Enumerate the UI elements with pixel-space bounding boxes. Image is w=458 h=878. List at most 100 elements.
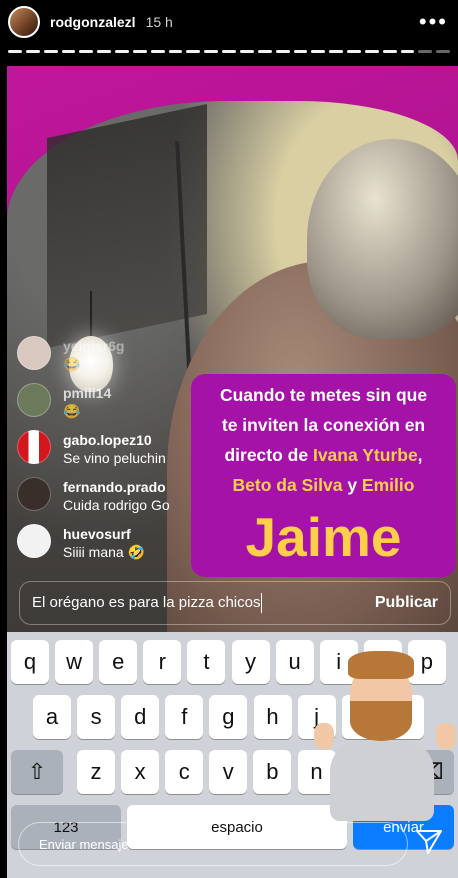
story-header: rodgonzalezl 15 h ••• [8, 4, 448, 40]
key-q[interactable]: q [11, 640, 49, 684]
person-head [307, 139, 458, 339]
progress-segment [293, 50, 308, 53]
shrug-bitmoji-sticker [310, 651, 458, 831]
progress-segment [8, 50, 22, 53]
live-comments: yeinisr6g 😂 pmili14 😂 gabo.lopez10 Se vi… [17, 336, 217, 571]
comment-item: fernando.prado Cuida rodrigo Go [17, 477, 217, 524]
bitmoji-beard [350, 701, 412, 741]
caption-highlight: Emilio [361, 475, 415, 495]
key-t[interactable]: t [187, 640, 226, 684]
key-b[interactable]: b [253, 750, 292, 794]
comment-avatar[interactable] [17, 336, 51, 370]
progress-segment [329, 50, 344, 53]
key-y[interactable]: y [231, 640, 270, 684]
comment-avatar[interactable] [17, 383, 51, 417]
comment-input[interactable]: El orégano es para la pizza chicos Publi… [19, 581, 451, 625]
caption-text: y [342, 475, 362, 495]
comment-text: 😂 [63, 356, 81, 372]
progress-segment [222, 50, 236, 53]
caption-card: Cuando te metes sin que te inviten la co… [191, 374, 456, 577]
progress-segment [418, 50, 433, 53]
progress-segment [79, 50, 94, 53]
key-c[interactable]: c [165, 750, 204, 794]
key-g[interactable]: g [209, 695, 248, 739]
more-options-icon[interactable]: ••• [419, 11, 448, 33]
reply-message-field[interactable]: Enviar mensaje [18, 822, 408, 866]
caption-big-name: Jaime [245, 506, 402, 568]
comment-text: Se vino peluchin [63, 450, 166, 466]
comment-item: yeinisr6g 😂 [17, 336, 217, 383]
progress-segment [382, 50, 397, 53]
comment-text: Siiii mana 🤣 [63, 544, 146, 560]
comment-avatar[interactable] [17, 477, 51, 511]
caption-highlight: Ivana Yturbe [312, 445, 418, 465]
comment-username[interactable]: yeinisr6g [63, 338, 124, 355]
username[interactable]: rodgonzalezl [50, 14, 136, 30]
key-x[interactable]: x [121, 750, 160, 794]
progress-segment [150, 50, 165, 53]
progress-segment [364, 50, 379, 53]
progress-segment [25, 50, 40, 53]
key-e[interactable]: e [99, 640, 138, 684]
comment-text: Cuida rodrigo Go [63, 497, 170, 513]
progress-segment [400, 50, 415, 53]
comment-avatar[interactable] [17, 524, 51, 558]
comment-username[interactable]: fernando.prado [63, 479, 170, 496]
caption-line: directo de Ivana Yturbe, [197, 440, 450, 470]
key-h[interactable]: h [253, 695, 292, 739]
caption-line: Beto da Silva y Emilio [197, 470, 450, 500]
post-time: 15 h [145, 14, 173, 30]
key-v[interactable]: v [209, 750, 248, 794]
progress-segment [43, 50, 58, 53]
caption-highlight: Beto da Silva [232, 475, 343, 495]
caption-text: , [417, 445, 423, 465]
comment-input-value[interactable]: El orégano es para la pizza chicos [32, 593, 263, 613]
progress-segment [257, 50, 272, 53]
comment-item: huevosurf Siiii mana 🤣 [17, 524, 217, 571]
caption-line: te inviten la conexión en [221, 415, 426, 435]
key-f[interactable]: f [165, 695, 204, 739]
progress-segment [436, 50, 451, 53]
progress-segment [311, 50, 326, 53]
caption-text: directo de [224, 445, 313, 465]
comment-username[interactable]: huevosurf [63, 526, 145, 543]
progress-segment [97, 50, 112, 53]
comment-username[interactable]: pmili14 [63, 385, 111, 402]
bitmoji-hand [314, 723, 334, 749]
comment-text: 😂 [63, 403, 81, 419]
progress-segment [239, 50, 254, 53]
progress-segment [61, 50, 76, 53]
bitmoji-hair [348, 651, 414, 679]
progress-segment [115, 50, 129, 53]
key-a[interactable]: a [33, 695, 71, 739]
shift-key[interactable]: ⇧ [11, 750, 63, 794]
story-content[interactable]: yeinisr6g 😂 pmili14 😂 gabo.lopez10 Se vi… [7, 66, 458, 878]
story-progress [8, 50, 451, 53]
progress-segment [186, 50, 201, 53]
bitmoji-body [330, 741, 434, 821]
bitmoji-hand [436, 723, 456, 749]
key-d[interactable]: d [121, 695, 160, 739]
progress-segment [132, 50, 147, 53]
progress-segment [275, 50, 290, 53]
reply-placeholder: Enviar mensaje [39, 836, 129, 852]
avatar[interactable] [8, 6, 40, 38]
key-r[interactable]: r [143, 640, 182, 684]
comment-username[interactable]: gabo.lopez10 [63, 432, 166, 449]
comment-item: gabo.lopez10 Se vino peluchin [17, 430, 217, 477]
comment-avatar[interactable] [17, 430, 51, 464]
key-s[interactable]: s [77, 695, 116, 739]
text-caret [261, 593, 263, 613]
lamp-cord [90, 291, 92, 339]
progress-segment [204, 50, 219, 53]
key-u[interactable]: u [275, 640, 314, 684]
story-viewer: rodgonzalezl 15 h ••• yeinisr6g 😂 pmili1… [0, 0, 458, 878]
progress-segment [168, 50, 183, 53]
caption-line: Cuando te metes sin que [219, 385, 428, 405]
publish-button[interactable]: Publicar [375, 594, 438, 612]
comment-item: pmili14 😂 [17, 383, 217, 430]
progress-segment [347, 50, 361, 53]
send-direct-icon[interactable] [414, 826, 444, 856]
key-w[interactable]: w [55, 640, 94, 684]
key-z[interactable]: z [77, 750, 115, 794]
